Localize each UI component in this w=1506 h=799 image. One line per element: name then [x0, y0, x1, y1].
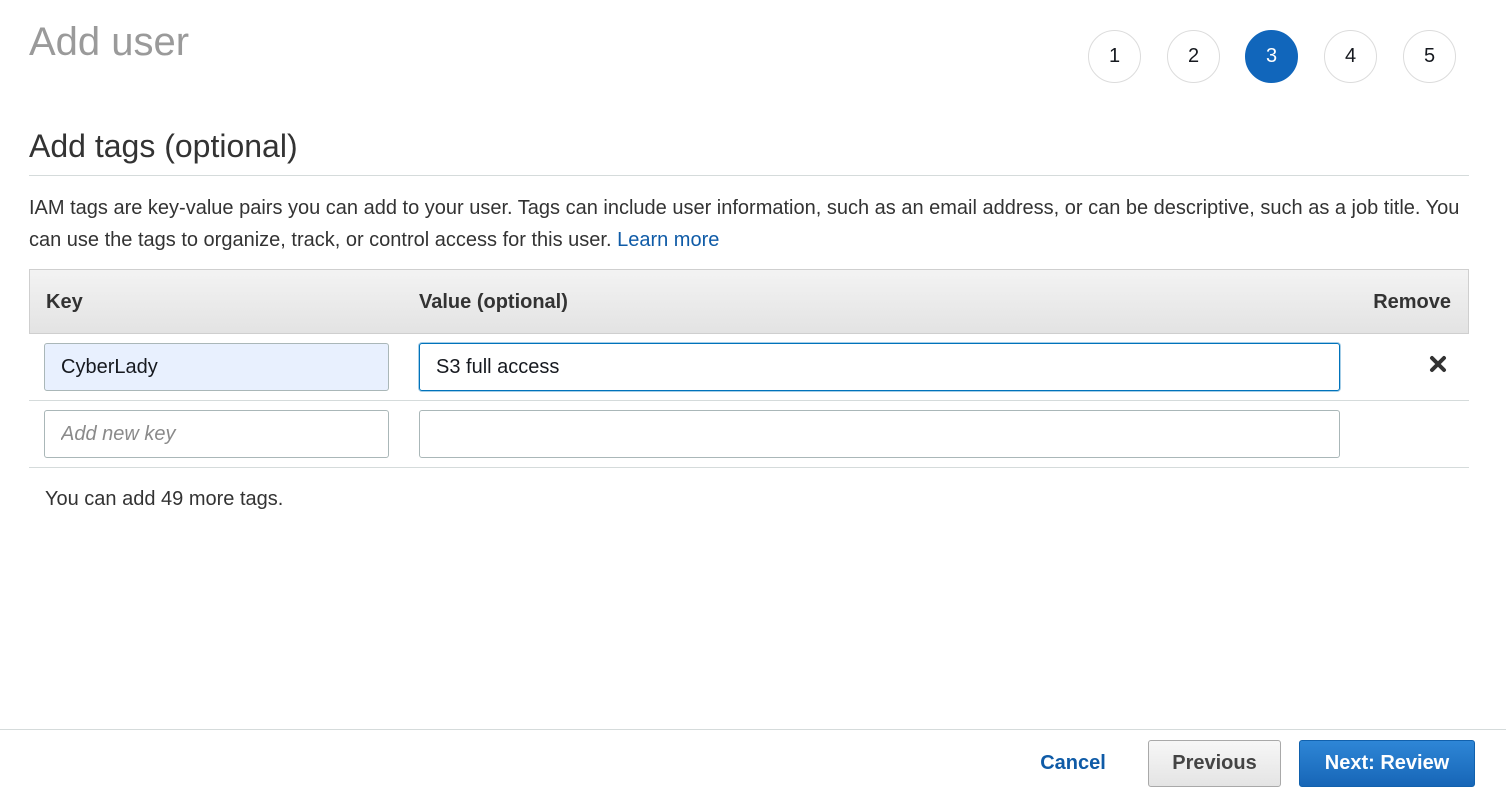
description-text: IAM tags are key-value pairs you can add…	[29, 197, 1460, 251]
header-value: Value (optional)	[419, 291, 568, 313]
tags-remaining-text: You can add 49 more tags.	[45, 488, 284, 510]
close-icon	[1430, 356, 1446, 372]
next-review-button[interactable]: Next: Review	[1299, 740, 1475, 787]
header-remove: Remove	[1373, 291, 1451, 313]
new-tag-value-input[interactable]	[419, 410, 1340, 458]
tag-key-input[interactable]	[44, 343, 389, 391]
step-5[interactable]: 5	[1403, 30, 1456, 83]
table-row-new	[29, 401, 1469, 468]
new-tag-key-input[interactable]	[44, 410, 389, 458]
cancel-button[interactable]: Cancel	[1028, 740, 1118, 787]
header-key: Key	[46, 291, 83, 313]
add-user-page: Add user 1 2 3 4 5 Add tags (optional) I…	[0, 0, 1506, 799]
section-description: IAM tags are key-value pairs you can add…	[29, 192, 1469, 256]
table-row	[29, 334, 1469, 401]
tag-value-input[interactable]	[419, 343, 1340, 391]
section-title: Add tags (optional)	[29, 128, 298, 164]
previous-button[interactable]: Previous	[1148, 740, 1281, 787]
step-3-active[interactable]: 3	[1245, 30, 1298, 83]
remove-tag-button[interactable]	[1427, 353, 1449, 375]
learn-more-link[interactable]: Learn more	[617, 229, 719, 251]
page-title: Add user	[29, 20, 190, 64]
tags-table: Key Value (optional) Remove	[29, 269, 1469, 468]
footer-divider	[0, 729, 1506, 730]
section-divider	[29, 175, 1469, 176]
table-header: Key Value (optional) Remove	[29, 269, 1469, 334]
wizard-steps: 1 2 3 4 5	[1087, 30, 1457, 83]
step-1[interactable]: 1	[1088, 30, 1141, 83]
step-4[interactable]: 4	[1324, 30, 1377, 83]
step-2[interactable]: 2	[1167, 30, 1220, 83]
